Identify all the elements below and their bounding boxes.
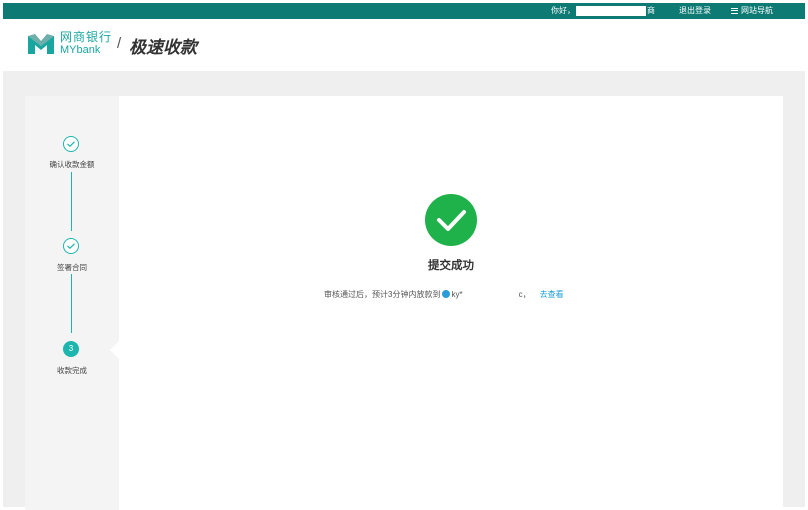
site-nav-label: 网站导航	[741, 6, 773, 15]
success-check-icon	[425, 194, 477, 246]
step-3-number: 3	[63, 341, 79, 357]
mybank-logo-icon[interactable]	[27, 33, 55, 55]
user-greeting: 你好， 商	[551, 3, 655, 19]
step-connector-2	[71, 274, 72, 333]
header: 网商银行 MYbank / 极速收款	[3, 19, 805, 71]
username-redacted	[576, 5, 646, 16]
step-3-label: 收款完成	[57, 366, 87, 375]
result-message: 审核通过后，预计3分钟内放款到 ky* c， 去查看	[324, 289, 564, 300]
step-2-check-icon	[63, 238, 79, 254]
main-panel	[25, 96, 783, 510]
step-1-label: 确认收款金额	[49, 160, 95, 169]
title-separator: /	[117, 35, 122, 52]
success-title: 提交成功	[428, 260, 474, 272]
site-nav-link[interactable]: 网站导航	[731, 3, 773, 19]
account-icon	[442, 290, 451, 298]
brand-name-cn: 网商银行	[60, 30, 113, 44]
page-title: 极速收款	[129, 38, 197, 57]
brand-name-en: MYbank	[60, 44, 101, 56]
account-masked: ky*	[451, 290, 463, 299]
account-tail: c，	[518, 290, 531, 299]
greeting-text: 你好，	[551, 6, 575, 15]
view-link[interactable]: 去查看	[540, 290, 564, 299]
logout-link[interactable]: 退出登录	[679, 3, 711, 19]
step-2-label: 签署合同	[57, 263, 87, 272]
step-connector-1	[71, 172, 72, 231]
message-text: 审核通过后，预计3分钟内放款到	[324, 290, 441, 299]
top-bar: 你好， 商 退出登录 网站导航	[3, 3, 805, 19]
step-sidebar: 确认收款金额 签署合同 3 收款完成	[25, 96, 119, 510]
menu-icon	[731, 7, 738, 14]
step-1-check-icon	[63, 136, 79, 152]
active-step-pointer	[110, 341, 119, 359]
greeting-suffix: 商	[647, 6, 655, 15]
